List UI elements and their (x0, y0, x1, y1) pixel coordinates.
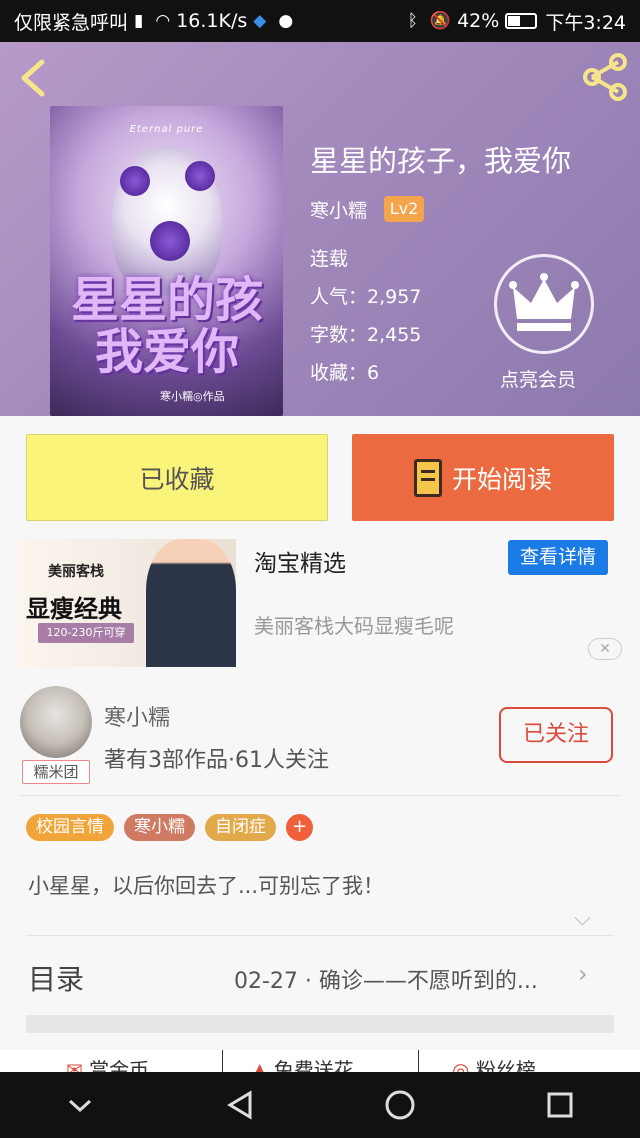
start-reading-button[interactable]: 开始阅读 (352, 434, 614, 521)
book-icon (413, 458, 442, 497)
tag-chip[interactable]: 校园言情 (26, 814, 114, 841)
ad-size-tag: 120-230斤可穿 (38, 623, 134, 643)
rose-decoration (150, 221, 190, 261)
gift-coins-button[interactable]: ✉ 赏金币 (66, 1054, 149, 1072)
shield-app-icon: ◆ (253, 11, 267, 31)
author-avatar[interactable] (20, 686, 92, 758)
start-reading-label: 开始阅读 (451, 464, 552, 494)
vip-button[interactable] (494, 254, 594, 354)
ad-view-details-button[interactable]: 查看详情 (508, 540, 608, 575)
send-flowers-label: 免费送花 (273, 1058, 354, 1072)
book-popularity: 人气：2,957 (310, 286, 422, 308)
clock: 下午3:24 (545, 11, 626, 34)
author-name[interactable]: 寒小糯 (104, 700, 170, 732)
cover-title-line2: 我爱你 (94, 324, 239, 380)
followed-button[interactable]: 已关注 (499, 707, 613, 763)
battery-icon (505, 13, 538, 29)
divider (20, 795, 620, 796)
cover-author: 寒小糯◎作品 (160, 390, 225, 403)
add-tag-button[interactable]: + (286, 814, 313, 841)
fan-ranking-label: 粉丝榜 (475, 1058, 536, 1072)
cover-title-line1: 星星的孩 (70, 272, 263, 328)
separator (222, 1050, 223, 1072)
ad-headline: 显瘦经典 (26, 595, 122, 623)
book-status: 连载 (310, 248, 349, 270)
ad-close-icon[interactable]: ✕ (588, 638, 622, 660)
app-screen: { "status_bar": { "carrier": "仅限紧急呼叫", "… (0, 0, 640, 1138)
hide-keyboard-icon[interactable] (60, 1085, 100, 1125)
tag-list: 校园言情 寒小糯 自闭症 + (26, 814, 313, 841)
book-cover[interactable]: Eternal pure 星星的孩 我爱你 寒小糯◎作品 (50, 106, 283, 416)
divider (26, 935, 614, 936)
mute-bell-icon: 🔕 (429, 11, 452, 31)
gift-coins-label: 赏金币 (89, 1058, 150, 1072)
rose-decoration (120, 166, 150, 196)
fan-club-badge: 糯米团 (22, 760, 90, 784)
book-title: 星星的孩子，我爱你 (310, 144, 572, 178)
rose-decoration (185, 161, 215, 191)
back-triangle-icon[interactable] (220, 1085, 260, 1125)
author-level-badge: Lv2 (384, 196, 424, 222)
vip-label[interactable]: 点亮会员 (500, 365, 576, 392)
battery-percent: 42% (457, 10, 500, 32)
cover-title: 星星的孩 我爱你 (60, 274, 274, 378)
chevron-right-icon[interactable]: › (578, 960, 588, 988)
bluetooth-icon: ᛒ (407, 11, 418, 31)
network-speed: 16.1K/s (176, 10, 248, 32)
crown-icon (509, 273, 579, 331)
ad-brand: 美丽客栈 (48, 564, 104, 580)
cover-english-title: Eternal pure (129, 124, 204, 135)
author-stats: 著有3部作品·61人关注 (104, 748, 329, 773)
tag-chip[interactable]: 自闭症 (205, 814, 276, 841)
favorited-label: 已收藏 (139, 464, 215, 494)
tag-chip[interactable]: 寒小糯 (124, 814, 195, 841)
bottom-action-bar: ✉ 赏金币 ▲ 免费送花 ◎ 粉丝榜 (0, 1050, 640, 1072)
signal-icon: ▮ (134, 11, 144, 31)
system-nav-bar (0, 1072, 640, 1138)
expand-chevron-icon[interactable]: ⌵ (574, 906, 591, 931)
back-chevron-icon[interactable] (14, 56, 54, 100)
ad-description[interactable]: 美丽客栈大码显瘦毛呢 (254, 610, 454, 639)
ad-title[interactable]: 淘宝精选 (254, 544, 346, 578)
wifi-icon: ◠ (155, 11, 171, 31)
book-author[interactable]: 寒小糯 (310, 196, 367, 223)
section-separator (26, 1015, 614, 1033)
book-word-count: 字数：2,455 (310, 324, 422, 346)
ad-image[interactable]: 美丽客栈 显瘦经典 120-230斤可穿 (18, 539, 236, 667)
recents-square-icon[interactable] (540, 1085, 580, 1125)
ad-model (146, 539, 236, 667)
separator (418, 1050, 419, 1072)
status-bar: 仅限紧急呼叫 ▮ ◠ 16.1K/s ◆ ● ᛒ 🔕 42% 下午3:24 (0, 0, 640, 42)
fan-ranking-button[interactable]: ◎ 粉丝榜 (452, 1054, 536, 1072)
send-flowers-button[interactable]: ▲ 免费送花 (252, 1054, 354, 1072)
favorited-button[interactable]: 已收藏 (26, 434, 328, 521)
wechat-icon: ● (278, 11, 294, 31)
home-circle-icon[interactable] (380, 1085, 420, 1125)
toc-label[interactable]: 目录 (28, 958, 84, 998)
share-icon[interactable] (580, 52, 630, 102)
book-favorites: 收藏：6 (310, 362, 380, 384)
book-intro[interactable]: 小星星，以后你回去了...可别忘了我！ (28, 870, 384, 900)
latest-chapter[interactable]: 02-27 · 确诊——不愿听到的... (234, 963, 538, 995)
carrier-text: 仅限紧急呼叫 (14, 11, 129, 34)
